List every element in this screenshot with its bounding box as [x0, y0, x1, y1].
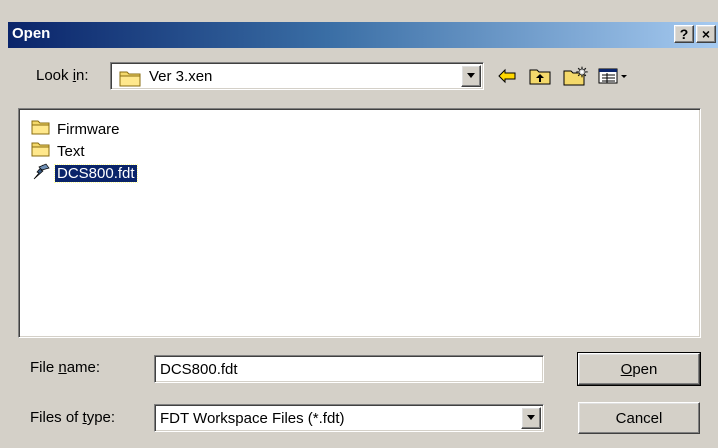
close-button[interactable]: ×: [696, 25, 716, 43]
open-button-label: Open: [620, 360, 658, 378]
fdt-file-icon: [31, 161, 51, 185]
folder-icon: [31, 141, 51, 161]
file-name-value: DCS800.fdt: [160, 361, 238, 378]
cancel-button[interactable]: Cancel: [578, 402, 700, 434]
list-item[interactable]: Text: [31, 141, 87, 161]
close-icon: ×: [701, 26, 711, 42]
cancel-button-label: Cancel: [615, 409, 663, 427]
look-in-label: Look in:: [36, 67, 89, 84]
up-one-level-icon[interactable]: [528, 64, 552, 88]
list-item[interactable]: DCS800.fdt: [31, 161, 138, 185]
dialog-title: Open: [12, 25, 51, 42]
file-type-label: Files of type:: [30, 409, 116, 426]
file-name: DCS800.fdt: [54, 163, 138, 183]
new-folder-icon[interactable]: [563, 64, 589, 88]
file-name: Text: [57, 142, 85, 160]
file-type-value: FDT Workspace Files (*.fdt): [160, 410, 345, 427]
folder-icon: [119, 69, 143, 91]
folder-icon: [31, 119, 51, 139]
list-item[interactable]: Firmware: [31, 119, 122, 139]
file-type-dropdown[interactable]: FDT Workspace Files (*.fdt): [154, 404, 544, 432]
chevron-down-icon[interactable]: [521, 407, 541, 429]
look-in-value: Ver 3.xen: [149, 68, 213, 85]
open-button[interactable]: Open: [577, 352, 701, 386]
look-in-dropdown[interactable]: Ver 3.xen: [110, 62, 484, 90]
title-bar: Open ? ×: [8, 22, 718, 48]
help-icon: ?: [679, 26, 689, 42]
file-name-label: File name:: [30, 359, 101, 376]
help-button[interactable]: ?: [674, 25, 694, 43]
chevron-down-icon[interactable]: [461, 65, 481, 87]
file-list[interactable]: Firmware Text DCS800.fdt: [18, 108, 701, 338]
file-name-field[interactable]: DCS800.fdt: [154, 355, 544, 383]
back-arrow-icon[interactable]: [496, 64, 518, 88]
view-menu-icon[interactable]: [598, 64, 630, 88]
file-name: Firmware: [57, 120, 120, 138]
